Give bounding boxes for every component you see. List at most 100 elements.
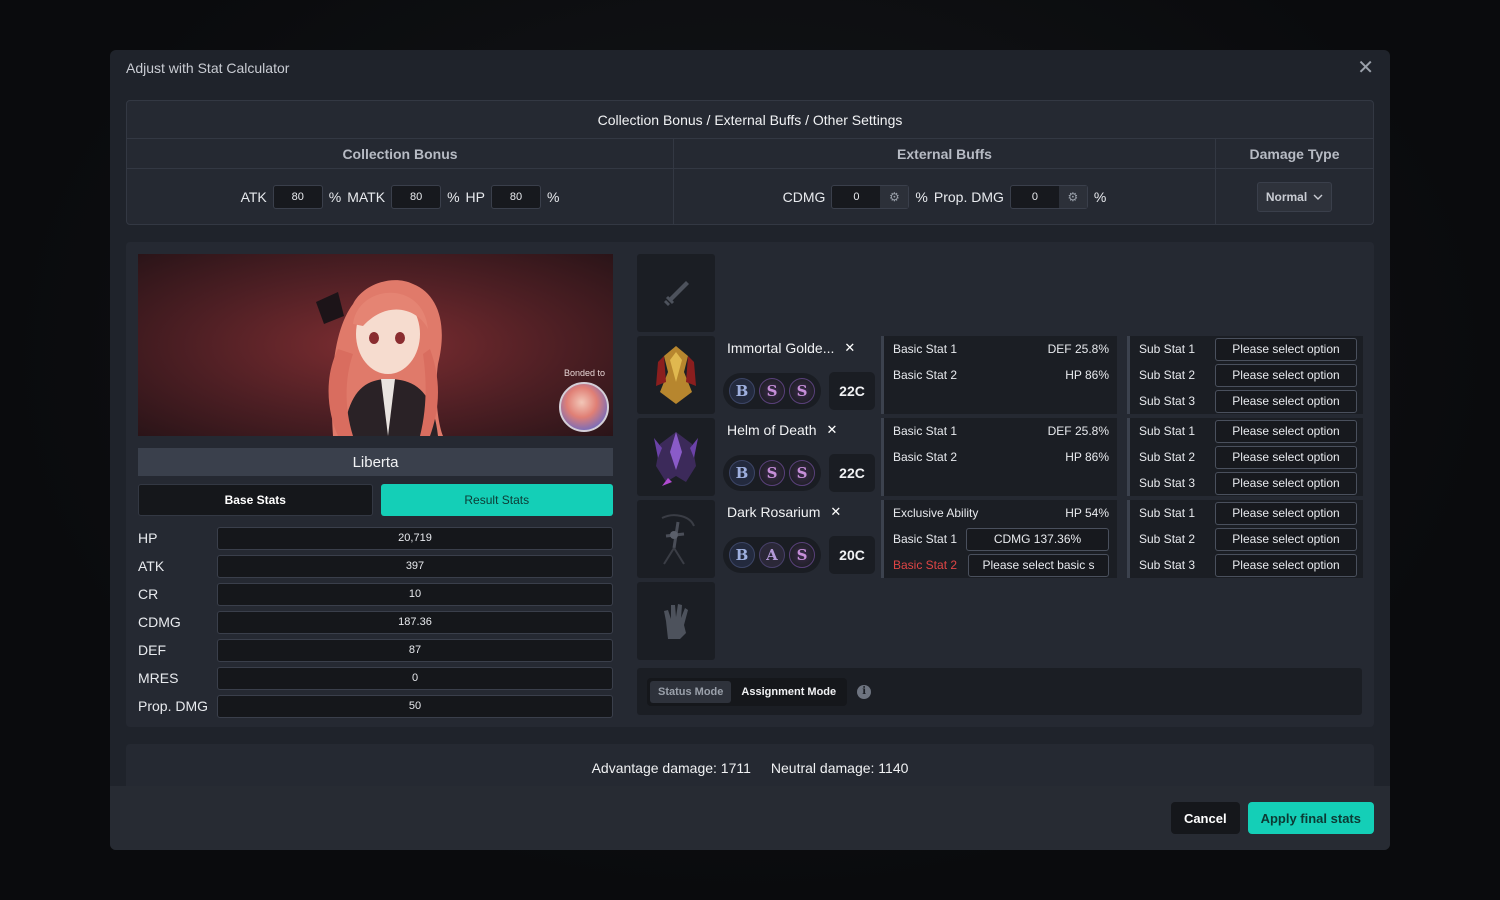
basic-stat-select[interactable]: CDMG 137.36% [966, 527, 1109, 551]
settings-panel: Collection Bonus / External Buffs / Othe… [126, 100, 1374, 225]
stat-value: 187.36 [217, 610, 613, 634]
sub-stat-select[interactable]: Please select option [1215, 471, 1357, 495]
cdmg-buff-value[interactable]: 0 [832, 191, 880, 203]
equip-name: Immortal Golde... [727, 340, 835, 356]
prop-dmg-label: Prop. DMG [933, 189, 1004, 205]
prop-dmg-buff-input[interactable]: 0 ⚙ [1009, 185, 1088, 209]
damage-summary: Advantage damage: 1711 Neutral damage: 1… [126, 744, 1374, 786]
tier-s-icon[interactable]: S [789, 542, 815, 568]
remove-equip-icon[interactable]: ✕ [830, 504, 841, 520]
settings-title: Collection Bonus / External Buffs / Othe… [127, 101, 1373, 139]
damage-type-header: Damage Type [1216, 139, 1373, 169]
stat-value: 10 [217, 582, 613, 606]
cdmg-pct: % [915, 189, 928, 205]
hp-bonus-input[interactable]: 80 [490, 185, 541, 209]
stat-calculator-modal: Adjust with Stat Calculator ✕ Collection… [110, 50, 1390, 850]
exclusive-ability-key: Exclusive Ability [893, 506, 979, 520]
gear-icon[interactable]: ⚙ [1058, 186, 1087, 208]
sub-stat-key: Sub Stat 1 [1139, 506, 1196, 520]
damage-type-value: Normal [1265, 190, 1308, 204]
tier-s-icon[interactable]: S [759, 378, 785, 404]
matk-label: MATK [347, 189, 386, 205]
tier-b-icon[interactable]: B [729, 460, 755, 486]
result-stats-tab[interactable]: Result Stats [380, 484, 613, 516]
damage-type-select[interactable]: Normal [1256, 182, 1333, 212]
helmet-icon [654, 432, 698, 486]
assignment-mode-button[interactable]: Assignment Mode [733, 681, 844, 703]
matk-pct: % [447, 189, 460, 205]
bonded-to-label: Bonded to [563, 368, 605, 378]
sub-stat-select[interactable]: Please select option [1215, 553, 1357, 577]
equip-name: Dark Rosarium [727, 504, 821, 520]
remove-equip-icon[interactable]: ✕ [844, 340, 855, 356]
bonded-character-avatar[interactable] [559, 382, 609, 432]
sub-stat-key: Sub Stat 3 [1139, 394, 1196, 408]
matk-bonus-input[interactable]: 80 [391, 185, 442, 209]
basic-stat-select[interactable]: Please select basic s [968, 553, 1109, 577]
modal-title: Adjust with Stat Calculator [126, 60, 290, 76]
stats-view-toggle: Base Stats Result Stats [138, 484, 613, 516]
stat-value: 50 [217, 694, 613, 718]
stat-value: 87 [217, 638, 613, 662]
tier-s-icon[interactable]: S [789, 378, 815, 404]
weapon-slot[interactable] [637, 254, 715, 332]
basic-stats-box: Basic Stat 1 DEF 25.8% Basic Stat 2 HP 86% [881, 418, 1117, 496]
equip-name: Helm of Death [727, 422, 817, 438]
status-mode-button[interactable]: Status Mode [650, 680, 732, 703]
stat-value: 0 [217, 666, 613, 690]
stat-label: Prop. DMG [138, 698, 209, 714]
apply-final-stats-button[interactable]: Apply final stats [1247, 802, 1374, 834]
sub-stats-box: Sub Stat 1 Please select option Sub Stat … [1127, 336, 1363, 414]
atk-pct: % [328, 189, 342, 205]
armor-slot[interactable] [637, 336, 715, 414]
prop-dmg-buff-value[interactable]: 0 [1011, 191, 1059, 203]
basic-stat-key: Basic Stat 2 [893, 368, 958, 382]
tier-s-icon[interactable]: S [789, 460, 815, 486]
tier-s-icon[interactable]: S [759, 460, 785, 486]
modal-footer: Cancel Apply final stats [110, 786, 1390, 850]
basic-stat-key-error: Basic Stat 2 [893, 558, 958, 572]
equip-level[interactable]: 22C [829, 372, 875, 410]
gear-icon[interactable]: ⚙ [880, 186, 909, 208]
tier-b-icon[interactable]: B [729, 542, 755, 568]
equip-level[interactable]: 20C [829, 536, 875, 574]
stats-list: HP 20,719 ATK 397 CR 10 CDMG 187.36 DEF 87 MR… [138, 524, 613, 720]
atk-label: ATK [240, 189, 267, 205]
damage-type-section: Damage Type Normal [1216, 139, 1373, 225]
sub-stat-key: Sub Stat 2 [1139, 368, 1196, 382]
remove-equip-icon[interactable]: ✕ [826, 422, 837, 438]
basic-stat-value: HP 86% [1065, 368, 1109, 382]
accessory-slot[interactable] [637, 500, 715, 578]
glove-slot[interactable] [637, 582, 715, 660]
cancel-button[interactable]: Cancel [1170, 802, 1240, 834]
close-icon[interactable]: ✕ [1357, 58, 1374, 78]
sub-stat-key: Sub Stat 3 [1139, 558, 1196, 572]
character-portrait: Bonded to [138, 254, 613, 436]
sub-stat-select[interactable]: Please select option [1215, 363, 1357, 387]
neutral-damage: Neutral damage: 1140 [770, 760, 909, 776]
basic-stat-value: DEF 25.8% [1047, 342, 1109, 356]
character-name: Liberta [138, 448, 613, 476]
sub-stat-select[interactable]: Please select option [1215, 527, 1357, 551]
cdmg-buff-input[interactable]: 0 ⚙ [831, 185, 910, 209]
sub-stat-select[interactable]: Please select option [1215, 445, 1357, 469]
atk-bonus-input[interactable]: 80 [272, 185, 323, 209]
sub-stat-select[interactable]: Please select option [1215, 501, 1357, 525]
sub-stat-select[interactable]: Please select option [1215, 389, 1357, 413]
base-stats-tab[interactable]: Base Stats [138, 484, 373, 516]
basic-stat-value: DEF 25.8% [1047, 424, 1109, 438]
equip-level[interactable]: 22C [829, 454, 875, 492]
basic-stats-box: Exclusive Ability HP 54% Basic Stat 1 CDMG… [881, 500, 1117, 578]
stat-row-cdmg: CDMG 187.36 [138, 608, 613, 636]
info-icon[interactable]: i [857, 684, 872, 699]
sub-stat-select[interactable]: Please select option [1215, 337, 1357, 361]
chevron-down-icon [1313, 194, 1323, 200]
sub-stat-select[interactable]: Please select option [1215, 419, 1357, 443]
tier-b-icon[interactable]: B [729, 378, 755, 404]
stat-row-prop-dmg: Prop. DMG 50 [138, 692, 613, 720]
tier-a-icon[interactable]: A [759, 542, 785, 568]
stat-value: 397 [217, 554, 613, 578]
equip-tier-pill: B A S [723, 537, 821, 573]
exclusive-ability-value: HP 54% [1065, 506, 1109, 520]
helmet-slot[interactable] [637, 418, 715, 496]
